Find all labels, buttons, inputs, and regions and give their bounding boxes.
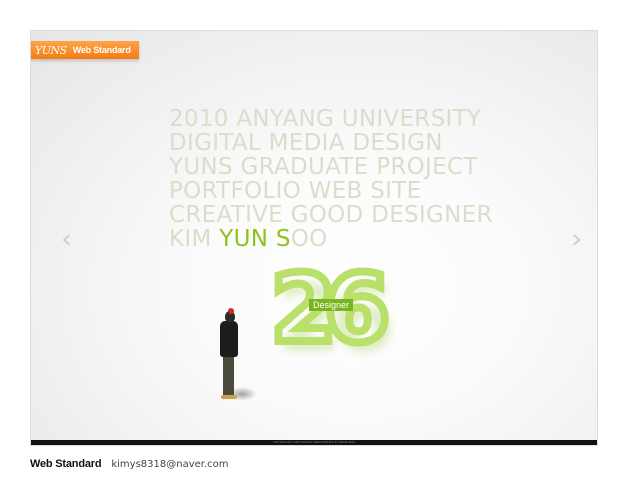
name-highlight: YUN [219,226,269,252]
headline-name-line: KIM YUN SOO [169,227,493,251]
figure-body [220,321,238,357]
credit: Web Standard kimys8318@naver.com [30,458,229,470]
figure-shoes [221,395,237,399]
name-space [268,226,276,252]
designer-tag: Designer [309,299,354,311]
person-illustration [217,308,257,403]
figure-legs [223,355,234,395]
name-part: OO [290,226,328,252]
headline-line: PORTFOLIO WEB SITE [169,178,422,204]
portfolio-stage: YUNS Web Standard 2010 ANYANG UNIVERSITY… [30,30,598,446]
chevron-right-icon[interactable]: › [571,225,583,253]
credit-label: Web Standard [30,458,102,470]
figure-hat [228,308,234,314]
credit-email[interactable]: kimys8318@naver.com [111,459,228,470]
name-part: KIM [169,226,220,252]
copyright-text: COPYRIGHT© KIMYUNSOO WEB PORTFOLIO SINCE… [272,440,356,444]
name-highlight: S [275,226,291,252]
headline-line: CREATIVE GOOD DESIGNER [169,202,493,228]
chevron-left-icon[interactable]: ‹ [61,225,73,253]
headline-line: 2010 ANYANG UNIVERSITY [169,106,482,132]
headline-line: DIGITAL MEDIA DESIGN [169,130,443,156]
headline-line: YUNS GRADUATE PROJECT [169,154,478,180]
logo-label: Web Standard [72,45,131,55]
headline: 2010 ANYANG UNIVERSITY DIGITAL MEDIA DES… [169,107,493,251]
logo-mark: YUNS [35,43,67,57]
logo-tab[interactable]: YUNS Web Standard [31,41,139,59]
